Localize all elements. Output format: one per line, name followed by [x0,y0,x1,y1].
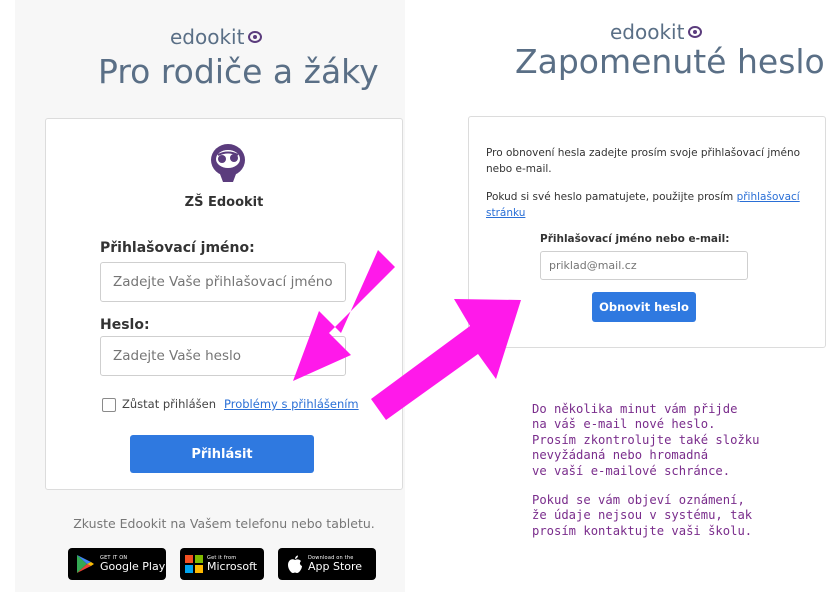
owl-logo-icon [211,144,245,182]
password-input[interactable] [100,336,346,376]
right-brand-name: edookit [610,20,685,44]
google-play-big-text: Google Play [100,560,166,573]
microsoft-store-badge[interactable]: Get it from Microsoft [180,548,264,580]
username-input[interactable] [100,262,346,302]
login-problems-link[interactable]: Problémy s přihlášením [224,397,359,411]
left-brand-name: edookit [170,25,245,49]
email-or-username-label: Přihlašovací jméno nebo e-mail: [540,233,730,245]
school-name: ZŠ Edookit [184,195,264,210]
hint-text: Pokud si své heslo pamatujete, použijte … [486,191,737,203]
remember-me-checkbox[interactable] [102,398,116,412]
email-or-username-input[interactable] [540,251,748,280]
microsoft-icon [185,555,203,573]
google-play-icon [77,555,94,573]
left-brand: edookit [170,25,263,49]
note-paragraph-1: Do několika minut vám přijde na váš e-ma… [532,402,760,478]
reset-instruction: Pro obnovení hesla zadejte prosím svoje … [486,147,801,175]
remember-password-hint: Pokud si své heslo pamatujete, použijte … [486,189,801,221]
note-paragraph-2: Pokud se vám objeví oznámení, že údaje n… [532,493,753,538]
username-label: Přihlašovací jméno: [100,240,255,256]
forgot-password-title: Zapomenuté heslo [515,42,825,81]
brand-owl-icon [688,26,703,38]
google-play-badge[interactable]: GET IT ON Google Play [68,548,166,580]
mobile-app-promo-text: Zkuste Edookit na Vašem telefonu nebo ta… [73,516,375,531]
apple-icon [288,555,302,573]
brand-owl-icon [248,31,263,43]
app-store-big-text: App Store [308,560,363,573]
password-label: Heslo: [100,317,150,333]
app-store-badge[interactable]: Download on the App Store [278,548,376,580]
microsoft-big-text: Microsoft [207,560,258,573]
right-brand: edookit [610,20,703,44]
login-page-title: Pro rodiče a žáky [98,52,379,91]
login-button[interactable]: Přihlásit [130,435,314,473]
instruction-note: Do několika minut vám přijde na váš e-ma… [532,402,782,553]
remember-me-label[interactable]: Zůstat přihlášen [122,397,216,411]
reset-password-button[interactable]: Obnovit heslo [592,292,696,322]
